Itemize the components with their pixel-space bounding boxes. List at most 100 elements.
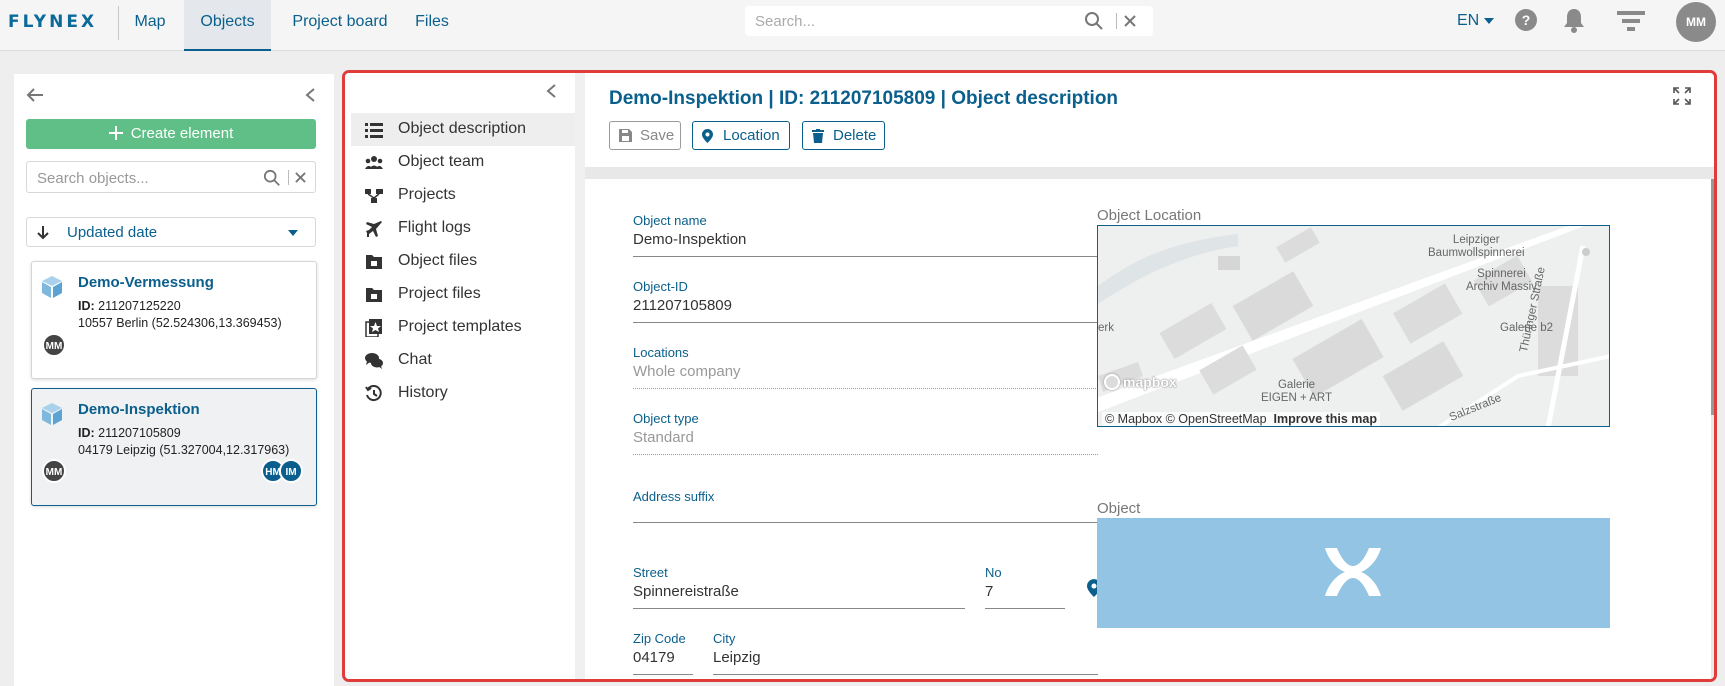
- help-icon[interactable]: ?: [1515, 9, 1537, 31]
- top-bar: FLYNEX Map Objects Project board Files E…: [0, 0, 1725, 51]
- house-number-input[interactable]: 7: [985, 583, 1065, 602]
- field-underline: [633, 322, 1098, 323]
- clear-search-icon[interactable]: [295, 172, 306, 183]
- menu-item-label: Flight logs: [398, 219, 471, 236]
- bell-icon[interactable]: [1563, 7, 1585, 33]
- zip-code-input[interactable]: 04179: [633, 649, 693, 668]
- scrollbar-thumb[interactable]: [1711, 179, 1714, 415]
- global-search: [745, 6, 1153, 36]
- street-field[interactable]: Street Spinnereistraße: [633, 565, 965, 609]
- object-location-title: Object Location: [1097, 207, 1202, 224]
- map-pin-icon: [702, 129, 713, 143]
- zip-code-field[interactable]: Zip Code 04179: [633, 631, 693, 675]
- object-id-field[interactable]: Object-ID 211207105809: [633, 279, 1098, 323]
- delete-button[interactable]: Delete: [802, 121, 885, 150]
- menu-item-object-team[interactable]: Object team: [351, 146, 575, 179]
- object-location-map[interactable]: Leipziger Baumwollspinnerei Spinnerei Arch…: [1097, 225, 1610, 427]
- create-element-button[interactable]: Create element: [26, 119, 316, 149]
- menu-item-label: Projects: [398, 186, 456, 203]
- menu-item-label: Chat: [398, 351, 432, 368]
- save-label: Save: [640, 127, 675, 144]
- location-button[interactable]: Location: [692, 121, 790, 150]
- search-divider: [288, 170, 289, 185]
- team-icon: [365, 156, 383, 169]
- language-selector[interactable]: EN: [1457, 12, 1495, 30]
- menu-item-label: Object files: [398, 252, 478, 269]
- improve-map-link[interactable]: Improve this map: [1274, 412, 1378, 426]
- search-icon[interactable]: [263, 169, 281, 187]
- address-suffix-field[interactable]: Address suffix: [633, 489, 1098, 523]
- sort-arrow-down-icon[interactable]: [37, 225, 49, 240]
- field-label: Object name: [633, 213, 707, 228]
- object-card-id: ID: 211207125220: [78, 299, 181, 313]
- object-type-select[interactable]: Standard: [633, 429, 1098, 448]
- object-menu: Object description Object team Projects …: [345, 73, 575, 679]
- street-input[interactable]: Spinnereistraße: [633, 583, 965, 602]
- nav-objects[interactable]: Objects: [184, 0, 271, 51]
- field-label: Zip Code: [633, 631, 686, 646]
- clear-search-icon[interactable]: [1124, 15, 1136, 27]
- chat-icon: [365, 353, 383, 369]
- object-files-icon: [366, 255, 382, 269]
- menu-item-object-files[interactable]: Object files: [351, 245, 575, 278]
- nav-files[interactable]: Files: [404, 0, 460, 51]
- object-search-input[interactable]: [37, 168, 257, 188]
- menu-item-projects[interactable]: Projects: [351, 179, 575, 212]
- location-label: Location: [723, 127, 780, 144]
- object-card-title: Demo-Inspektion: [78, 401, 200, 418]
- nav-project-board[interactable]: Project board: [280, 0, 400, 51]
- city-field[interactable]: City Leipzig: [713, 631, 1098, 675]
- page-title: Demo-Inspektion | ID: 211207105809 | Obj…: [609, 88, 1119, 109]
- map-label-spinnerei-archiv: Spinnerei Archiv Massiv: [1466, 268, 1537, 293]
- team-avatar: IM: [279, 459, 303, 483]
- search-icon[interactable]: [1084, 11, 1104, 31]
- city-input[interactable]: Leipzig: [713, 649, 1098, 668]
- menu-item-history[interactable]: History: [351, 377, 575, 410]
- object-id-input[interactable]: 211207105809: [633, 297, 1098, 316]
- owner-avatar: MM: [42, 459, 66, 483]
- field-underline: [633, 674, 693, 675]
- trash-icon: [812, 129, 824, 143]
- menu-item-object-description[interactable]: Object description: [351, 113, 575, 146]
- chevron-down-icon: [288, 230, 298, 236]
- collapse-panel-icon[interactable]: [304, 87, 316, 103]
- nav-map[interactable]: Map: [120, 0, 180, 51]
- object-image[interactable]: [1097, 518, 1610, 628]
- object-image-title: Object: [1097, 500, 1141, 517]
- object-card[interactable]: Demo-Vermessung ID: 211207125220 10557 B…: [31, 261, 317, 379]
- global-search-input[interactable]: [755, 10, 1075, 32]
- menu-item-chat[interactable]: Chat: [351, 344, 575, 377]
- expand-icon[interactable]: [1673, 87, 1691, 105]
- user-avatar[interactable]: MM: [1676, 2, 1716, 42]
- sort-select[interactable]: Updated date: [26, 217, 316, 247]
- collapse-menu-icon[interactable]: [545, 83, 557, 99]
- objects-list-panel: Create element Updated date Demo-Vermess…: [14, 74, 334, 686]
- address-suffix-input[interactable]: [633, 507, 1098, 518]
- menu-item-label: History: [398, 384, 448, 401]
- filter-icon[interactable]: [1617, 11, 1645, 33]
- create-element-label: Create element: [130, 125, 234, 142]
- object-card-title: Demo-Vermessung: [78, 274, 214, 291]
- flynex-mark-icon: [1325, 548, 1381, 596]
- object-type-field[interactable]: Object type Standard: [633, 411, 1098, 455]
- object-name-input[interactable]: Demo-Inspektion: [633, 231, 1098, 250]
- field-underline: [633, 256, 1098, 257]
- field-underline: [633, 454, 1098, 455]
- locations-select[interactable]: Whole company: [633, 363, 1098, 382]
- menu-item-project-files[interactable]: Project files: [351, 278, 575, 311]
- object-card[interactable]: Demo-Inspektion ID: 211207105809 04179 L…: [31, 388, 317, 506]
- sort-label: Updated date: [67, 224, 158, 241]
- menu-item-flight-logs[interactable]: Flight logs: [351, 212, 575, 245]
- house-number-field[interactable]: No 7: [985, 565, 1065, 609]
- mapbox-logo[interactable]: mapbox: [1104, 374, 1177, 390]
- save-button[interactable]: Save: [609, 121, 681, 150]
- flynex-logo[interactable]: FLYNEX: [8, 12, 97, 32]
- object-name-field[interactable]: Object name Demo-Inspektion: [633, 213, 1098, 257]
- locations-field[interactable]: Locations Whole company: [633, 345, 1098, 389]
- map-label-galerie-eigen-art: Galerie EIGEN + ART: [1261, 379, 1333, 404]
- history-icon: [365, 385, 382, 402]
- floppy-icon: [619, 129, 632, 142]
- back-arrow-icon[interactable]: [26, 87, 44, 103]
- menu-item-project-templates[interactable]: Project templates: [351, 311, 575, 344]
- content-scrollbar[interactable]: [1711, 179, 1714, 679]
